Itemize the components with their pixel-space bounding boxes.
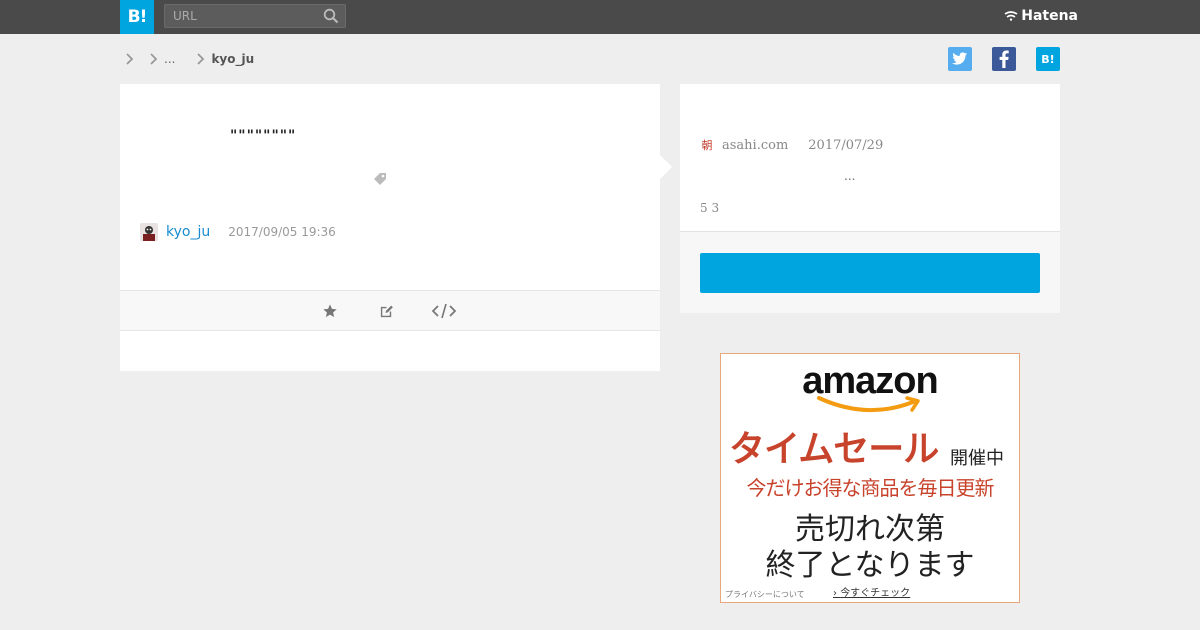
hatena-bookmark-logo[interactable]: B! [120,0,154,34]
bookmark-user-row: kyo_ju 2017/09/05 19:36 [140,223,336,241]
search-input[interactable] [165,5,315,27]
tag-icon[interactable] [372,171,388,187]
chevron-right-icon [197,53,205,65]
ad-cta-link[interactable]: › 今すぐチェック [833,584,910,599]
bookmark-timestamp[interactable]: 2017/09/05 19:36 [228,225,336,239]
embed-button[interactable] [432,302,456,320]
asahi-favicon-icon: 朝 [701,138,713,152]
entry-counts: 5 3 [700,201,720,215]
hatena-logo-icon [1004,11,1018,21]
twitter-icon [952,52,968,65]
ad-privacy-link[interactable]: プライバシーについて [725,589,805,600]
hatena-brand-link[interactable]: Hatena [1004,8,1078,24]
edit-button[interactable] [376,302,396,320]
ad-headline: タイムセール [729,429,939,470]
ad-headline-suffix: 開催中 [950,448,1004,469]
ad-line-4: 終了となります [765,548,975,583]
bookmark-card: """""""" kyo_ju 2017/09/05 19:36 [120,84,660,371]
chevron-right-icon[interactable] [124,52,134,66]
facebook-share-button[interactable] [992,47,1016,71]
twitter-share-button[interactable] [948,47,972,71]
entry-snippet: ... [844,169,856,183]
breadcrumb: ... kyo_ju [124,50,254,68]
entry-source-row: 朝 asahi.com 2017/07/29 [700,138,884,153]
entry-source[interactable]: asahi.com [722,138,788,153]
entry-action-button[interactable] [700,253,1040,293]
chevron-right-icon[interactable] [148,52,158,66]
entry-date: 2017/07/29 [808,138,884,153]
entry-card: 朝 asahi.com 2017/07/29 ... 5 3 [680,84,1060,313]
top-bar: B! Hatena [0,0,1200,34]
star-icon [323,304,337,318]
bookmark-actions-bar [120,290,660,331]
search-icon[interactable] [323,8,339,24]
ad-subline: 今だけお得な商品を毎日更新 [746,476,995,500]
facebook-icon [999,50,1009,68]
star-button[interactable] [320,302,340,320]
hatena-brand-text: Hatena [1021,8,1078,24]
ad-cta-text: 今すぐチェック [840,588,911,599]
hatena-share-button[interactable]: B! [1036,47,1060,71]
breadcrumb-ellipsis[interactable]: ... [164,52,175,66]
search-box [164,4,346,28]
entry-info: 朝 asahi.com 2017/07/29 ... 5 3 [680,84,1060,232]
bookmark-username[interactable]: kyo_ju [166,224,210,240]
edit-icon [380,305,393,317]
breadcrumb-current: kyo_ju [211,52,255,66]
amazon-smile-icon [817,396,920,412]
avatar[interactable] [140,223,158,241]
bookmark-comment: """""""" [230,128,297,144]
card-pointer [660,155,672,179]
amazon-ad[interactable]: amazon タイムセール 開催中 今だけお得な商品を毎日更新 売切れ次第 終了… [720,353,1020,603]
embed-code-icon [432,303,456,319]
